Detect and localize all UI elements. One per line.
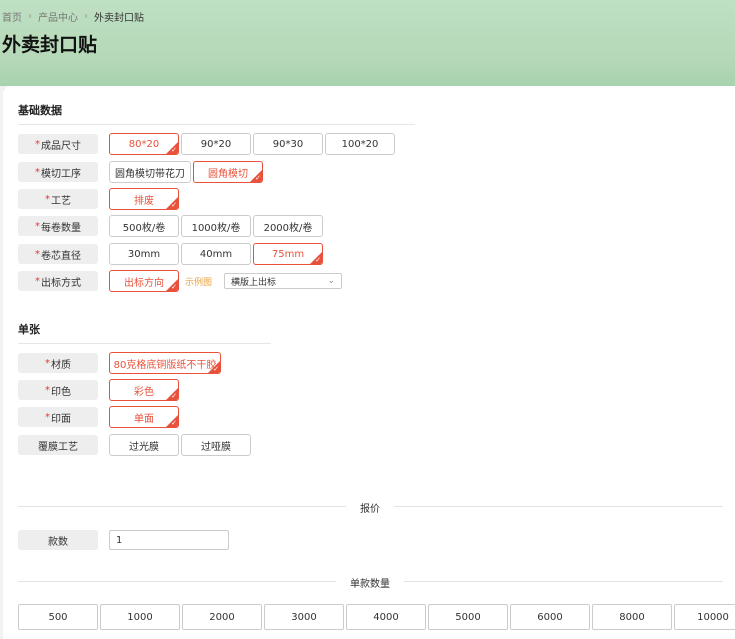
qty-option-3000[interactable]: 3000 [264, 604, 344, 630]
check-icon: ✓ [213, 365, 219, 373]
breadcrumb-current: 外卖封口贴 [94, 13, 144, 24]
core-label: * 卷芯直径 [18, 244, 98, 264]
breadcrumb-category[interactable]: 产品中心 [38, 9, 78, 24]
craft-option-waste-removal[interactable]: 排废 ✓ [109, 188, 179, 210]
row-craft: * 工艺 排废 ✓ [18, 188, 181, 210]
qty-option-8000[interactable]: 8000 [592, 604, 672, 630]
row-print-side: * 印面 单面 ✓ [18, 406, 181, 428]
row-diecut: * 模切工序 圆角模切带花刀 圆角模切 ✓ [18, 161, 265, 183]
out-dir-option[interactable]: 出标方向 ✓ [109, 270, 179, 292]
material-label: * 材质 [18, 353, 98, 373]
lamination-option-gloss[interactable]: 过光膜 [109, 434, 179, 456]
row-print-color: * 印色 彩色 ✓ [18, 379, 181, 401]
count-input[interactable]: 1 [109, 530, 229, 550]
row-per-roll: * 每卷数量 500枚/卷 1000枚/卷 2000枚/卷 [18, 215, 325, 237]
breadcrumb-chevron-icon: › [28, 11, 32, 22]
size-option-90x30[interactable]: 90*30 [253, 133, 323, 155]
qty-option-1000[interactable]: 1000 [100, 604, 180, 630]
size-option-80x20[interactable]: 80*20 ✓ [109, 133, 179, 155]
row-size: * 成品尺寸 80*20 ✓ 90*20 90*30 100*20 [18, 133, 397, 155]
check-icon: ✓ [171, 201, 177, 209]
print-color-option[interactable]: 彩色 ✓ [109, 379, 179, 401]
qty-option-10000[interactable]: 10000 [674, 604, 735, 630]
check-icon: ✓ [171, 419, 177, 427]
material-option-coated-paper[interactable]: 80克格底铜版纸不干胶 ✓ [109, 352, 221, 374]
check-icon: ✓ [171, 392, 177, 400]
quote-divider-text: 报价 [346, 500, 394, 515]
core-option-40mm[interactable]: 40mm [181, 243, 251, 265]
size-option-100x20[interactable]: 100*20 [325, 133, 395, 155]
core-option-30mm[interactable]: 30mm [109, 243, 179, 265]
size-option-90x20[interactable]: 90*20 [181, 133, 251, 155]
quantity-divider-text: 单款数量 [336, 575, 404, 590]
row-out-direction: * 出标方式 出标方向 ✓ 示例图 横版上出标 ⌄ [18, 270, 343, 292]
diecut-label: * 模切工序 [18, 162, 98, 182]
page-title: 外卖封口贴 [2, 34, 98, 56]
chevron-down-icon: ⌄ [327, 276, 336, 286]
qty-option-500[interactable]: 500 [18, 604, 98, 630]
section-basic-title: 基础数据 [18, 102, 415, 125]
breadcrumb-chevron-icon: › [84, 11, 88, 22]
breadcrumb: 首页 › 产品中心 › 外卖封口贴 [2, 9, 144, 24]
breadcrumb-home[interactable]: 首页 [2, 9, 22, 24]
diecut-option-round[interactable]: 圆角模切 ✓ [193, 161, 263, 183]
lamination-label: 覆膜工艺 [18, 435, 98, 455]
diecut-option-with-blade[interactable]: 圆角模切带花刀 [109, 161, 191, 183]
example-image-link[interactable]: 示例图 [185, 275, 212, 288]
row-material: * 材质 80克格底铜版纸不干胶 ✓ [18, 352, 223, 374]
per-roll-option-500[interactable]: 500枚/卷 [109, 215, 179, 237]
print-color-label: * 印色 [18, 380, 98, 400]
print-side-option[interactable]: 单面 ✓ [109, 406, 179, 428]
lamination-option-matte[interactable]: 过哑膜 [181, 434, 251, 456]
check-icon: ✓ [171, 283, 177, 291]
row-lamination: 覆膜工艺 过光膜 过哑膜 [18, 434, 253, 456]
craft-label: * 工艺 [18, 189, 98, 209]
per-roll-label: * 每卷数量 [18, 216, 98, 236]
per-roll-option-1000[interactable]: 1000枚/卷 [181, 215, 251, 237]
size-label: * 成品尺寸 [18, 134, 98, 154]
print-side-label: * 印面 [18, 407, 98, 427]
core-option-75mm[interactable]: 75mm ✓ [253, 243, 323, 265]
form-card: 基础数据 * 成品尺寸 80*20 ✓ 90*20 90*30 100*20 * 模切… [3, 86, 735, 639]
qty-option-6000[interactable]: 6000 [510, 604, 590, 630]
per-roll-option-2000[interactable]: 2000枚/卷 [253, 215, 323, 237]
qty-option-5000[interactable]: 5000 [428, 604, 508, 630]
out-dir-label: * 出标方式 [18, 271, 98, 291]
row-count: 款数 1 [18, 529, 229, 551]
section-single-title: 单张 [18, 321, 271, 344]
out-direction-select[interactable]: 横版上出标 ⌄ [224, 273, 343, 289]
check-icon: ✓ [315, 256, 321, 264]
quantity-options: 500 1000 2000 3000 4000 5000 6000 8000 1… [18, 604, 735, 630]
check-icon: ✓ [171, 146, 177, 154]
count-label: 款数 [18, 530, 98, 550]
qty-option-4000[interactable]: 4000 [346, 604, 426, 630]
check-icon: ✓ [255, 174, 261, 182]
row-core-diameter: * 卷芯直径 30mm 40mm 75mm ✓ [18, 243, 325, 265]
qty-option-2000[interactable]: 2000 [182, 604, 262, 630]
